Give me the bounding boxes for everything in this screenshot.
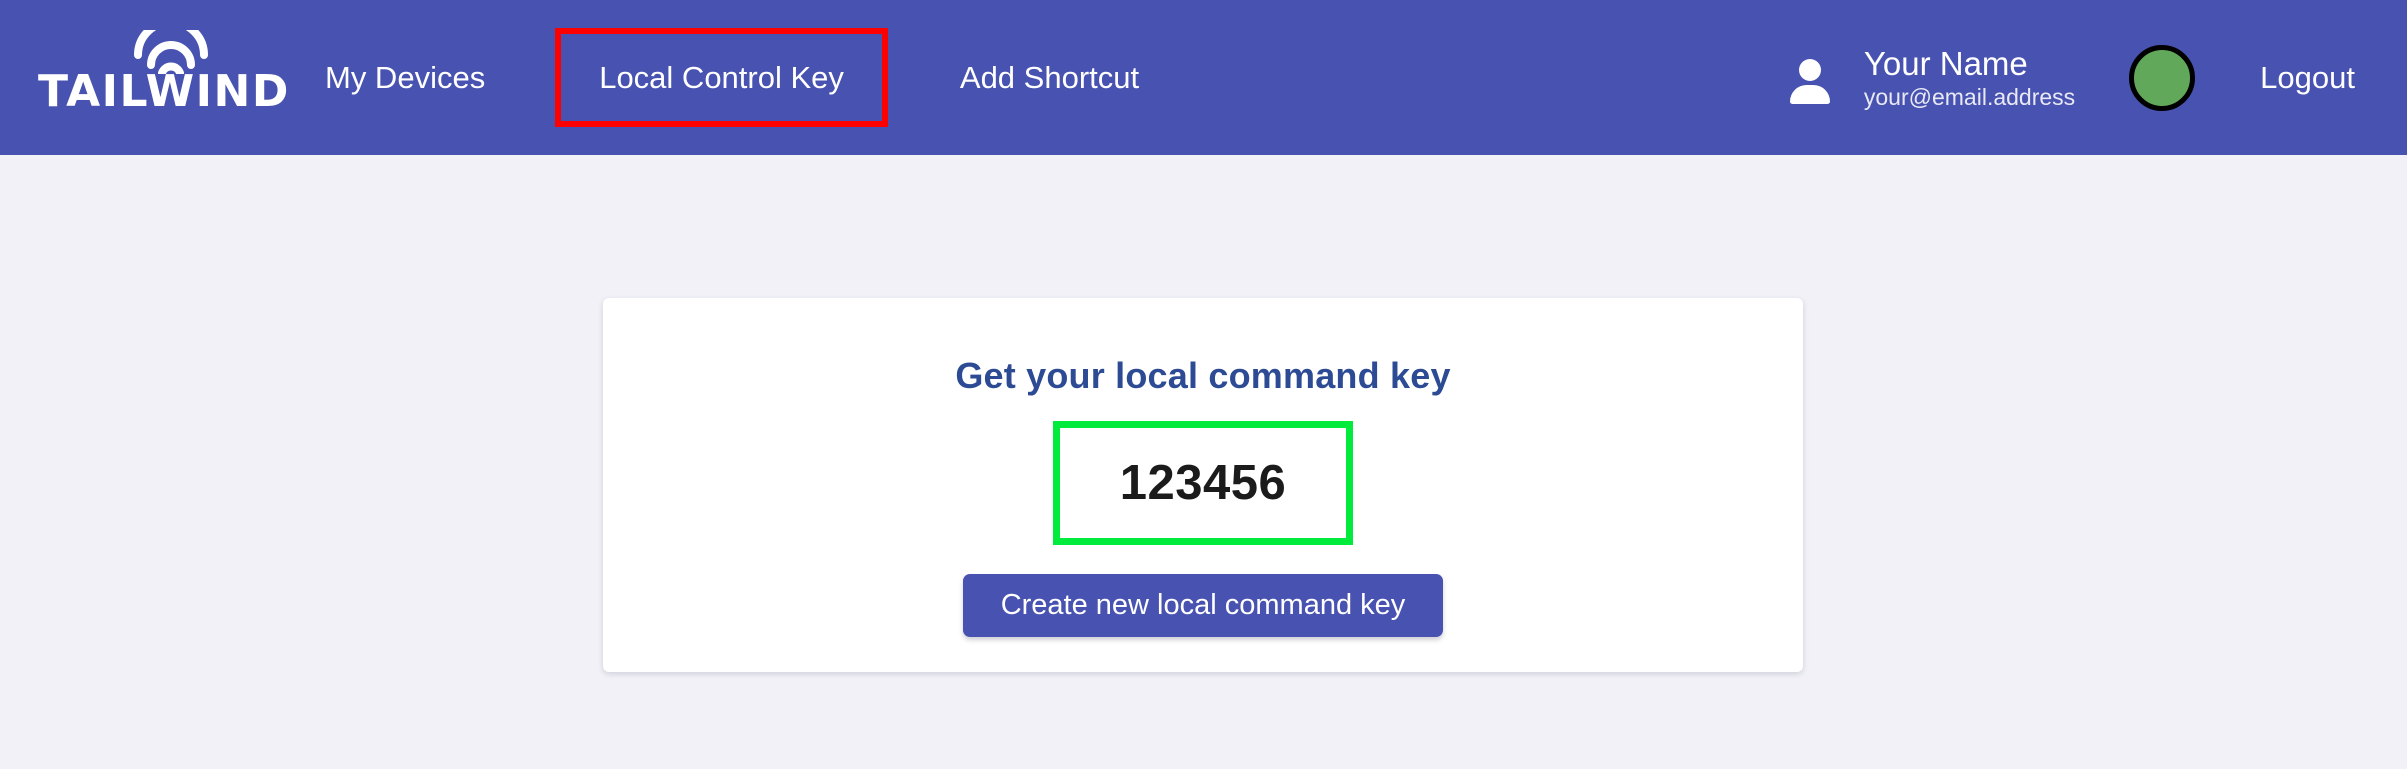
nav-item-add-shortcut[interactable]: Add Shortcut xyxy=(960,60,1139,96)
main-navigation: My Devices Local Control Key Add Shortcu… xyxy=(325,0,1139,155)
create-new-local-command-key-button[interactable]: Create new local command key xyxy=(962,574,1444,637)
card-title: Get your local command key xyxy=(955,355,1451,396)
user-name: Your Name xyxy=(1863,44,2028,82)
person-icon-body xyxy=(1789,84,1830,104)
user-account-area: Your Name your@email.address Logout xyxy=(1788,0,2407,155)
nav-item-my-devices[interactable]: My Devices xyxy=(325,60,485,96)
logout-link[interactable]: Logout xyxy=(2260,60,2355,96)
top-header: TAILWIND My Devices Local Control Key Ad… xyxy=(0,0,2407,155)
avatar[interactable] xyxy=(2129,44,2196,111)
user-identity: Your Name your@email.address xyxy=(1864,45,2075,111)
nav-item-local-control-key[interactable]: Local Control Key xyxy=(599,60,844,96)
tailwind-logo[interactable]: TAILWIND xyxy=(38,30,288,125)
nav-highlight-box: Local Control Key xyxy=(555,28,888,127)
local-command-key-value: 123456 xyxy=(1119,456,1287,510)
local-command-key-card: Get your local command key 123456 Create… xyxy=(603,298,1803,672)
person-icon-head xyxy=(1798,58,1821,81)
user-email: your@email.address xyxy=(1863,83,2076,110)
person-icon xyxy=(1788,55,1832,104)
local-command-key-box: 123456 xyxy=(1053,421,1353,545)
logo-wordmark: TAILWIND xyxy=(38,66,290,117)
